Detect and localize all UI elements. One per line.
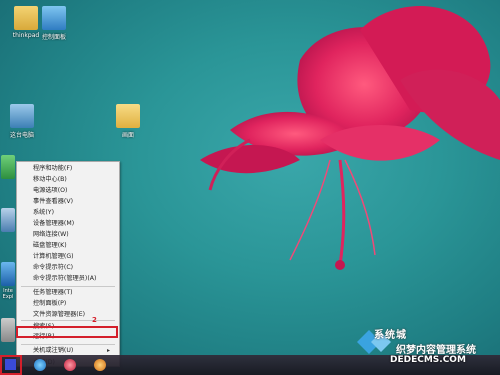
menu-item-13[interactable]: 控制面板(P) [17,299,119,310]
desktop-icon-control-panel[interactable]: 控制面板 [32,6,76,41]
internet-explorer-icon [1,262,15,286]
menu-item-2[interactable]: 移动中心(B) [17,175,119,186]
desktop-wallpaper: thinkpad 控制面板 这台电脑 画面 Inte Expl 程序和功能(F)… [0,0,500,375]
run-item-highlight-box [16,326,118,338]
desktop-icon-app-2[interactable] [0,318,16,344]
start-button-highlight-box [0,355,22,375]
menu-item-12[interactable]: 任务管理器(T) [17,288,119,299]
menu-item-9[interactable]: 计算机管理(G) [17,252,119,263]
desktop-icon-internet-explorer[interactable]: Inte Expl [0,262,16,300]
folder-icon [116,104,140,128]
desktop-icon-app[interactable] [0,208,16,234]
menu-item-3[interactable]: 电源选项(O) [17,186,119,197]
menu-separator [21,286,115,287]
menu-item-11[interactable]: 命令提示符(管理员)(A) [17,274,119,285]
app-taskbar-icon[interactable] [64,359,76,371]
app-taskbar-icon-2[interactable] [94,359,106,371]
menu-item-14[interactable]: 文件资源管理器(E) [17,310,119,321]
menu-item-5[interactable]: 系统(Y) [17,208,119,219]
watermark-sub-text: 织梦内容管理系统 [396,345,476,356]
menu-item-4[interactable]: 事件查看器(V) [17,197,119,208]
watermark-url-text: DEDECMS.COM [390,355,466,365]
this-pc-icon [10,104,34,128]
watermark-main-text: 系统城 [374,330,407,341]
menu-item-8[interactable]: 磁盘管理(K) [17,241,119,252]
desktop-icon-folder[interactable]: 画面 [106,104,150,139]
network-icon [1,155,15,179]
desktop-icon-this-pc[interactable]: 这台电脑 [0,104,44,139]
internet-explorer-taskbar-icon[interactable] [34,359,46,371]
menu-separator [21,344,115,345]
desktop-icon-network[interactable] [0,155,16,181]
control-panel-icon [42,6,66,30]
menu-item-7[interactable]: 网络连接(W) [17,230,119,241]
menu-item-1[interactable]: 程序和功能(F) [17,164,119,175]
desktop-app-icon [1,208,15,232]
annotation-step-number: 2 [92,316,97,324]
menu-item-6[interactable]: 设备管理器(M) [17,219,119,230]
menu-item-10[interactable]: 命令提示符(C) [17,263,119,274]
desktop-app-icon-2 [1,318,15,342]
